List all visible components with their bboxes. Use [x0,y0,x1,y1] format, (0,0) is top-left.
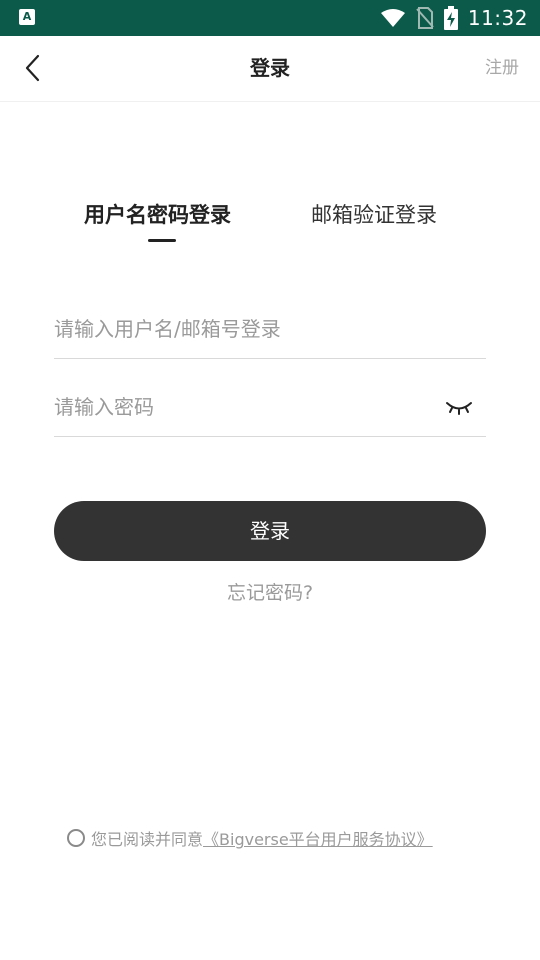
login-method-tabs: 用户名密码登录 邮箱验证登录 [0,195,540,245]
tab-label: 邮箱验证登录 [311,203,437,227]
forgot-password-row: 忘记密码? [0,578,540,608]
chevron-left-icon [25,54,40,82]
app-notification-icon: A [19,9,35,25]
login-button[interactable]: 登录 [54,501,486,561]
agreement-link[interactable]: 《Bigverse平台用户服务协议》 [203,826,433,850]
wifi-icon [380,9,405,27]
password-field [54,378,486,437]
tab-email-verification[interactable]: 邮箱验证登录 [311,195,437,235]
active-tab-indicator [148,239,176,242]
username-field [54,300,486,359]
tab-label: 用户名密码登录 [84,203,231,227]
forgot-password-link[interactable]: 忘记密码? [227,582,313,604]
agreement-checkbox[interactable] [67,829,85,847]
tab-username-password[interactable]: 用户名密码登录 [84,195,231,242]
agreement-row: 您已阅读并同意 《Bigverse平台用户服务协议》 [67,824,433,852]
battery-charging-icon [443,6,458,30]
status-icons: 11:32 [380,0,528,36]
eye-closed-icon [446,402,472,415]
page-title: 登录 [250,56,290,80]
clock: 11:32 [467,6,528,30]
password-input[interactable] [54,378,434,436]
nav-bar: 登录 注册 [0,36,540,102]
no-sim-icon [416,7,434,29]
agreement-prefix: 您已阅读并同意 [91,830,204,849]
password-visibility-toggle[interactable] [444,392,474,422]
status-bar: A 11:32 [0,0,540,36]
back-button[interactable] [16,50,52,86]
username-input[interactable] [54,300,434,358]
register-link[interactable]: 注册 [485,36,519,101]
